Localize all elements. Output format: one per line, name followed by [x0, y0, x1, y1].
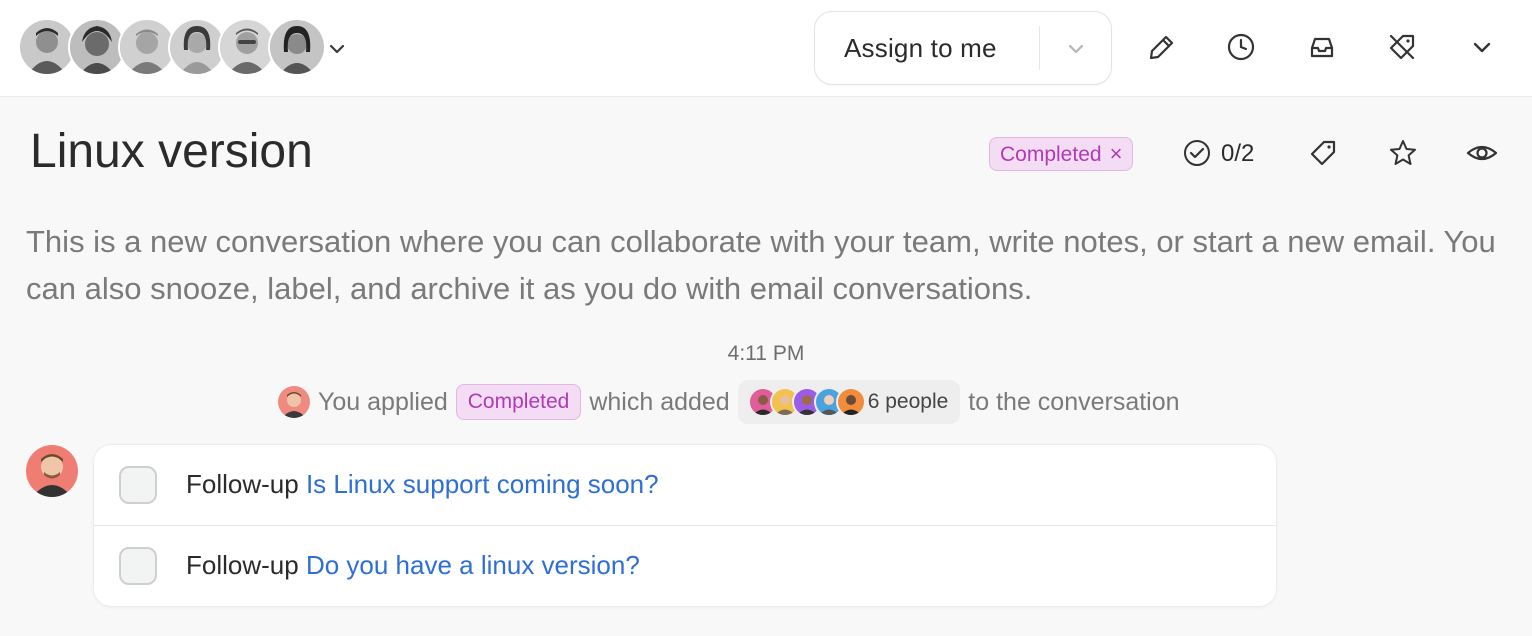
followup-item[interactable]: Follow-up Is Linux support coming soon? [94, 445, 1276, 526]
followup-checkbox[interactable] [119, 466, 157, 504]
tag-icon[interactable] [1306, 136, 1340, 170]
conversation-description: This is a new conversation where you can… [26, 224, 1496, 306]
event-prefix: You applied [318, 387, 448, 416]
user-avatar [278, 386, 310, 418]
divider [1039, 26, 1040, 70]
activity-event: You applied Completed which added 6 peop… [278, 380, 1180, 424]
clock-icon[interactable] [1224, 30, 1258, 64]
assign-label: Assign to me [844, 33, 997, 63]
event-middle: which added [589, 387, 730, 416]
event-tag[interactable]: Completed [455, 384, 582, 420]
people-avatars [747, 387, 868, 417]
remove-tag-button[interactable]: × [1110, 141, 1123, 166]
toolbar: Assign to me [0, 0, 1532, 97]
followup-checkbox[interactable] [119, 547, 157, 585]
pencil-icon[interactable] [1145, 30, 1179, 64]
followup-list: Follow-up Is Linux support coming soon? … [93, 444, 1277, 607]
followup-text: Follow-up Is Linux support coming soon? [186, 469, 659, 500]
person-avatar [835, 387, 866, 417]
star-icon[interactable] [1386, 136, 1420, 170]
chevron-down-icon[interactable] [1465, 30, 1499, 64]
people-chip[interactable]: 6 people [737, 380, 961, 424]
eye-icon[interactable] [1465, 136, 1499, 170]
inbox-icon[interactable] [1305, 30, 1339, 64]
people-count: 6 people [867, 390, 949, 413]
check-circle-icon[interactable] [1180, 136, 1214, 170]
followup-link[interactable]: Is Linux support coming soon? [306, 469, 659, 499]
followup-text: Follow-up Do you have a linux version? [186, 550, 640, 581]
assign-to-me-button[interactable]: Assign to me [814, 11, 1112, 85]
checklist-counter: 0/2 [1221, 140, 1255, 167]
remove-tag-icon[interactable] [1385, 30, 1419, 64]
member-avatar[interactable] [268, 18, 326, 76]
status-tag[interactable]: Completed × [989, 137, 1134, 171]
chevron-down-icon[interactable] [1063, 36, 1089, 62]
page-title: Linux version [30, 125, 313, 178]
followup-prefix: Follow-up [186, 469, 299, 499]
followup-item[interactable]: Follow-up Do you have a linux version? [94, 526, 1276, 606]
chevron-down-icon[interactable] [324, 36, 350, 62]
followup-link[interactable]: Do you have a linux version? [306, 550, 640, 580]
timestamp: 4:11 PM [727, 342, 805, 365]
event-suffix: to the conversation [968, 387, 1180, 416]
author-avatar [26, 445, 78, 497]
tag-label: Completed [1000, 143, 1102, 166]
followup-prefix: Follow-up [186, 550, 299, 580]
